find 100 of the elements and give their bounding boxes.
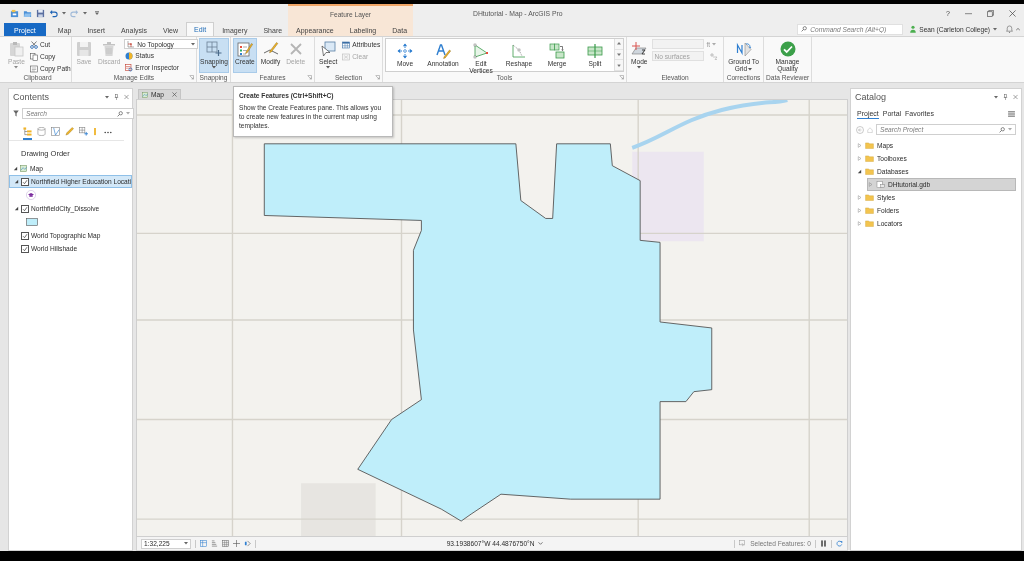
merge-squares-icon	[549, 43, 565, 59]
pane-title: Contents	[13, 92, 50, 102]
select-cursor-icon	[320, 41, 337, 57]
add-surface-icon[interactable]	[709, 52, 718, 60]
move-arrows-icon	[397, 43, 413, 59]
caret-icon	[191, 42, 196, 46]
grid-view-icon[interactable]	[200, 540, 207, 547]
city-boundary-polygon[interactable]	[263, 143, 713, 522]
elevation-plane-icon	[631, 41, 648, 57]
caret-icon[interactable]	[993, 27, 997, 31]
caret-icon[interactable]	[994, 95, 998, 99]
list-lines-icon[interactable]	[211, 540, 218, 547]
gallery-scroll-down-button[interactable]	[615, 49, 623, 61]
status-icon	[125, 51, 134, 60]
inspector-icon	[125, 63, 134, 72]
bell-icon[interactable]	[1006, 25, 1013, 33]
caret-icon[interactable]	[83, 11, 87, 15]
snapping-grid-icon	[206, 41, 222, 57]
selection-icon	[739, 540, 747, 547]
dialog-launcher-icon[interactable]	[619, 75, 624, 80]
clear-selection-icon	[342, 52, 351, 61]
save-icon[interactable]	[36, 8, 45, 18]
close-icon[interactable]	[1013, 94, 1018, 100]
clipboard-icon	[8, 41, 25, 57]
customize-caret-icon[interactable]	[95, 11, 99, 15]
gallery-scroll-up-button[interactable]	[615, 39, 623, 50]
caret-down-icon	[617, 53, 621, 56]
polygon-source-icon	[51, 127, 60, 136]
create-features-icon	[236, 41, 253, 57]
expand-triangle-icon[interactable]	[13, 166, 18, 171]
search-icon[interactable]	[117, 110, 123, 117]
dialog-launcher-icon[interactable]	[307, 75, 312, 80]
back-icon[interactable]	[856, 125, 864, 134]
database-icon	[37, 127, 46, 136]
document-icon	[29, 64, 38, 73]
new-project-icon[interactable]	[10, 8, 19, 18]
scissors-icon	[29, 40, 38, 49]
split-polygon-icon	[587, 43, 603, 59]
search-icon[interactable]	[999, 126, 1005, 133]
more-icon[interactable]	[104, 131, 112, 134]
copy-icon	[29, 52, 38, 61]
user-icon	[910, 25, 917, 33]
dialog-launcher-icon[interactable]	[375, 75, 380, 80]
pencil-icon	[262, 41, 279, 57]
map-icon	[20, 165, 27, 172]
geodatabase-icon	[876, 181, 885, 188]
map-icon	[142, 91, 148, 98]
pane-title: Catalog	[855, 92, 887, 102]
close-icon[interactable]	[124, 94, 129, 100]
table-icon[interactable]	[222, 540, 229, 547]
view-tab[interactable]	[23, 125, 32, 140]
close-icon[interactable]	[1009, 9, 1016, 17]
restore-icon[interactable]	[987, 9, 994, 17]
bar-icon	[93, 127, 97, 136]
caret-up-icon	[617, 42, 621, 46]
layer-checkbox[interactable]	[21, 177, 29, 186]
caret-icon[interactable]	[62, 11, 66, 15]
caret-icon	[712, 42, 717, 46]
graduation-cap-symbol-icon[interactable]	[26, 190, 36, 200]
polygon-symbol-icon[interactable]	[26, 218, 38, 226]
pencil-icon	[65, 127, 74, 136]
expand-caret-icon	[617, 63, 621, 67]
collapse-ribbon-icon[interactable]	[1016, 27, 1020, 31]
open-folder-icon[interactable]	[23, 8, 32, 18]
crosshair-icon[interactable]	[233, 540, 240, 547]
search-icon	[801, 26, 808, 32]
table-icon	[342, 40, 351, 49]
home-icon[interactable]	[867, 126, 873, 133]
expand-triangle-icon[interactable]	[14, 179, 19, 184]
pin-icon[interactable]	[1003, 94, 1008, 100]
reshape-line-icon	[511, 43, 527, 59]
pause-icon[interactable]	[820, 540, 827, 547]
undo-icon[interactable]	[49, 8, 58, 18]
close-icon[interactable]	[171, 92, 177, 97]
gallery-expand-button[interactable]	[615, 60, 623, 71]
caret-icon[interactable]	[105, 95, 109, 99]
caret-icon	[14, 66, 19, 70]
caret-icon	[637, 66, 642, 70]
chevron-icon[interactable]	[244, 540, 251, 547]
list-tree-icon	[23, 127, 32, 136]
grid-plus-icon	[79, 127, 88, 136]
layer-checkbox[interactable]	[21, 204, 29, 213]
expand-triangle-icon[interactable]	[14, 206, 19, 211]
map-tile[interactable]	[136, 99, 848, 537]
caret-icon[interactable]	[538, 542, 544, 545]
dialog-launcher-icon[interactable]	[189, 75, 194, 80]
pin-icon[interactable]	[114, 94, 119, 100]
caret-icon	[748, 68, 753, 71]
menu-icon[interactable]	[1008, 111, 1015, 117]
x-mark-icon	[287, 41, 304, 57]
check-circle-icon	[779, 41, 796, 57]
filter-icon[interactable]	[13, 110, 19, 117]
trash-can-icon	[101, 41, 118, 57]
annotation-pencil-icon	[435, 43, 451, 59]
layer-checkbox[interactable]	[21, 244, 29, 253]
caret-icon	[184, 542, 188, 545]
caret-icon	[212, 66, 216, 70]
layer-checkbox[interactable]	[21, 231, 29, 240]
expand-triangle-icon[interactable]	[857, 169, 862, 174]
refresh-icon[interactable]	[836, 540, 843, 547]
